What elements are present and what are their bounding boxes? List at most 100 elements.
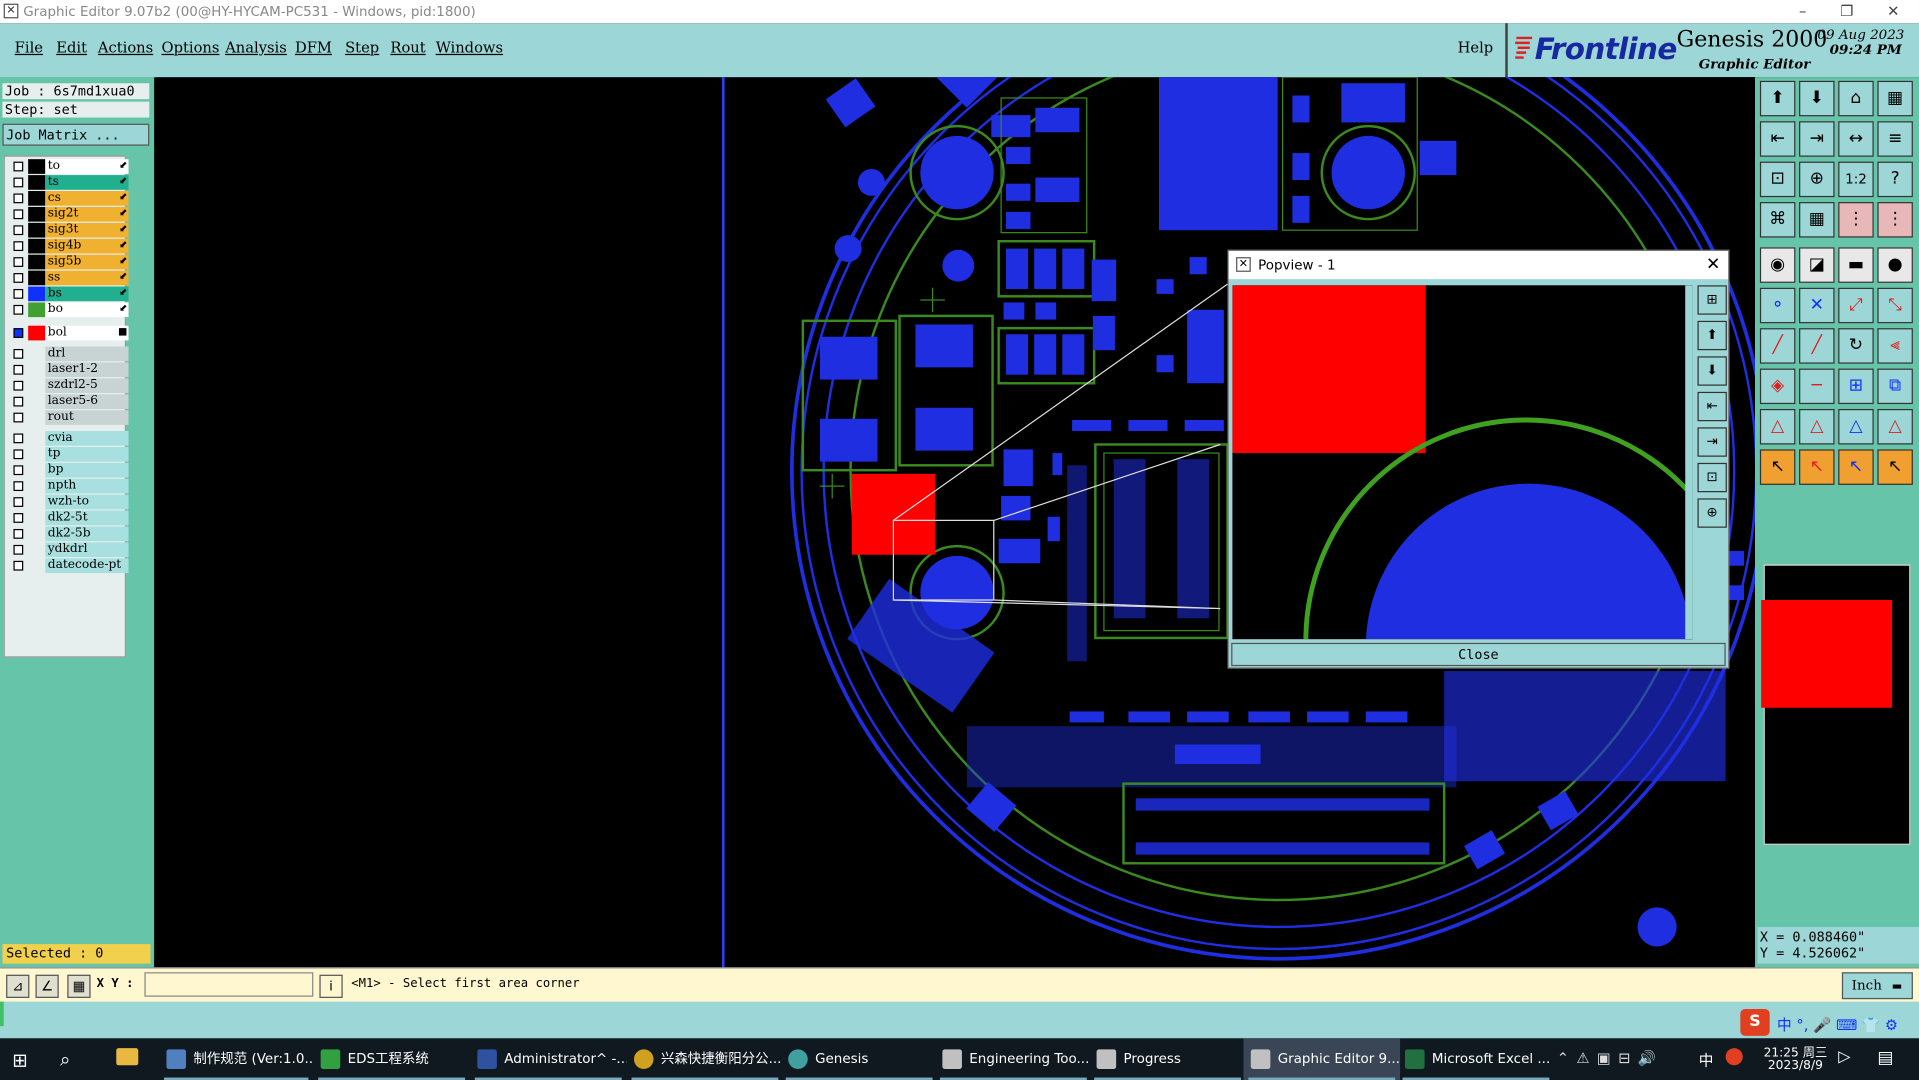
add-pad-icon[interactable]: ◈ (1759, 368, 1796, 405)
menu-actions[interactable]: Actions (98, 39, 153, 56)
fit-view-icon[interactable]: ⊡ (1759, 161, 1796, 198)
layer-checkbox[interactable] (13, 348, 24, 359)
layer-row-drl[interactable]: drl (10, 346, 130, 363)
layer-row-bs[interactable]: bs ⬋ (10, 286, 130, 303)
text-blue-icon[interactable]: △ (1838, 408, 1874, 445)
grid-toggle-icon[interactable]: ▦ (1799, 202, 1835, 238)
zoom-home-icon[interactable]: ⬆ (1759, 80, 1796, 117)
layer-checkbox[interactable] (13, 396, 24, 407)
snap-icon[interactable]: ⋮ (1838, 202, 1874, 238)
popview-canvas[interactable] (1232, 285, 1693, 640)
layer-checkbox[interactable] (13, 209, 24, 220)
layer-checkbox[interactable] (13, 241, 24, 252)
taskbar-item[interactable]: 兴森快捷衡阳分公... (627, 1038, 784, 1080)
layer-checkbox[interactable] (13, 193, 24, 204)
layer-checkbox[interactable] (13, 481, 24, 492)
select-icon[interactable]: ↖ (1759, 449, 1796, 485)
select-multi-icon[interactable]: ↖ (1877, 449, 1913, 485)
zoom-out-icon[interactable]: ⬇ (1799, 80, 1835, 117)
minimize-button[interactable]: – (1782, 0, 1824, 23)
layer-row-wzh-to[interactable]: wzh-to (10, 494, 130, 511)
layer-row-sig5b[interactable]: sig5b ⬋ (10, 254, 130, 271)
edit-line-icon[interactable]: ╱ (1799, 328, 1835, 364)
delete-feature-icon[interactable]: ✕ (1799, 287, 1835, 324)
scale-icon[interactable]: 1:2 (1838, 161, 1874, 198)
arc-icon[interactable]: ↻ (1838, 328, 1874, 364)
pan-left-icon[interactable]: ⇤ (1759, 121, 1796, 157)
popview-up-button[interactable]: ⬆ (1697, 320, 1727, 351)
layer-row-sig4b[interactable]: sig4b ⬋ (10, 238, 130, 255)
grid-view-icon[interactable]: ▦ (1877, 80, 1913, 117)
menu-step[interactable]: Step (345, 39, 379, 56)
mirror-icon[interactable]: ↔ (1838, 121, 1874, 157)
layer-checkbox[interactable] (13, 433, 24, 444)
popview-left-button[interactable]: ⇤ (1697, 391, 1727, 422)
layer-row-ss[interactable]: ss ⬋ (10, 270, 130, 287)
select-red-icon[interactable]: ↖ (1799, 449, 1835, 485)
pan-right-icon[interactable]: ⇥ (1799, 121, 1835, 157)
connect-pads-icon[interactable]: ⚬ (1759, 287, 1796, 324)
layer-checkbox[interactable] (13, 225, 24, 236)
popview-center-button[interactable]: ⊕ (1697, 498, 1727, 528)
sogou-tray-icon[interactable] (1725, 1048, 1743, 1066)
menu-help[interactable]: Help (1458, 39, 1494, 56)
layer-row-ts[interactable]: ts ⬋ (10, 175, 130, 191)
layer-checkbox[interactable] (13, 161, 24, 172)
text-edit-icon[interactable]: △ (1799, 408, 1835, 445)
notification-icon[interactable]: ▤ (1877, 1048, 1893, 1068)
ime-indicator[interactable]: 中 (1699, 1049, 1714, 1070)
popview-down-button[interactable]: ⬇ (1697, 356, 1727, 386)
grid-mode-icon[interactable]: ▦ (67, 974, 91, 998)
info-icon[interactable]: ⅰ (319, 974, 343, 998)
angle-mode-icon[interactable]: ∠ (35, 974, 59, 998)
menu-rout[interactable]: Rout (390, 39, 425, 56)
popview-fit-button[interactable]: ⊡ (1697, 462, 1727, 493)
xy-input[interactable] (144, 972, 314, 997)
overview-minimap[interactable] (1761, 564, 1911, 845)
layer-checkbox[interactable] (13, 544, 24, 555)
taskbar-item[interactable]: Microsoft Excel ... (1398, 1038, 1555, 1080)
text-style-icon[interactable]: △ (1877, 408, 1913, 445)
layer-row-szdrl2-5[interactable]: szdrl2-5 (10, 378, 130, 394)
popview-close-button[interactable]: Close (1231, 642, 1726, 667)
maximize-button[interactable]: ❐ (1826, 0, 1868, 23)
taskbar-item[interactable]: Progress (1089, 1038, 1246, 1080)
layer-checkbox[interactable] (13, 380, 24, 391)
layer-row-cvia[interactable]: cvia (10, 431, 130, 447)
layer-checkbox[interactable] (13, 412, 24, 423)
layer-checkbox[interactable] (13, 528, 24, 539)
job-matrix-button[interactable]: Job Matrix ... (2, 123, 150, 146)
taskbar-item[interactable]: 制作规范 (Ver:1.0... (159, 1038, 313, 1080)
layer-row-laser1-2[interactable]: laser1-2 (10, 362, 130, 378)
menu-dfm[interactable]: DFM (295, 39, 332, 56)
taskbar-item[interactable]: Engineering Too... (935, 1038, 1092, 1080)
snap-mode-icon[interactable]: ⊿ (6, 974, 30, 998)
menu-options[interactable]: Options (162, 39, 220, 56)
menu-analysis[interactable]: Analysis (225, 39, 287, 56)
copy-feature-icon[interactable]: ⤡ (1877, 287, 1913, 324)
layer-checkbox[interactable] (13, 364, 24, 375)
layer-row-bo[interactable]: bo ⬋ (10, 302, 130, 318)
menu-windows[interactable]: Windows (436, 39, 503, 56)
solid-pad-icon[interactable]: ● (1877, 247, 1913, 283)
layer-checkbox[interactable] (13, 177, 24, 188)
layer-checkbox[interactable] (13, 465, 24, 476)
record-icon[interactable]: ◉ (1759, 247, 1796, 283)
taskbar-item-active[interactable]: Graphic Editor 9... (1243, 1038, 1401, 1080)
layer-row-dk2-5b[interactable]: dk2-5b (10, 526, 130, 543)
layer-row-datecode-pt[interactable]: datecode-pt (10, 558, 130, 574)
taskbar-item[interactable]: EDS工程系统 (313, 1038, 470, 1080)
units-button[interactable]: Inch ▬ (1841, 972, 1913, 1000)
show-desktop-icon[interactable]: ▷ (1838, 1048, 1850, 1066)
close-window-button[interactable]: ✕ (1872, 0, 1914, 23)
search-icon[interactable]: ⌕ (60, 1048, 70, 1070)
layer-row-to[interactable]: to ⬋ (10, 159, 130, 175)
layer-checkbox[interactable] (13, 288, 24, 299)
popview-right-button[interactable]: ⇥ (1697, 427, 1727, 457)
layer-checkbox[interactable] (13, 497, 24, 507)
layer-row-dk2-5t[interactable]: dk2-5t (10, 510, 130, 527)
add-line-icon[interactable]: ╱ (1759, 328, 1796, 364)
menu-file[interactable]: File (15, 39, 43, 56)
sogou-ime-icon[interactable]: S (1740, 1008, 1770, 1036)
layer-row-cs[interactable]: cs ⬋ (10, 191, 130, 207)
